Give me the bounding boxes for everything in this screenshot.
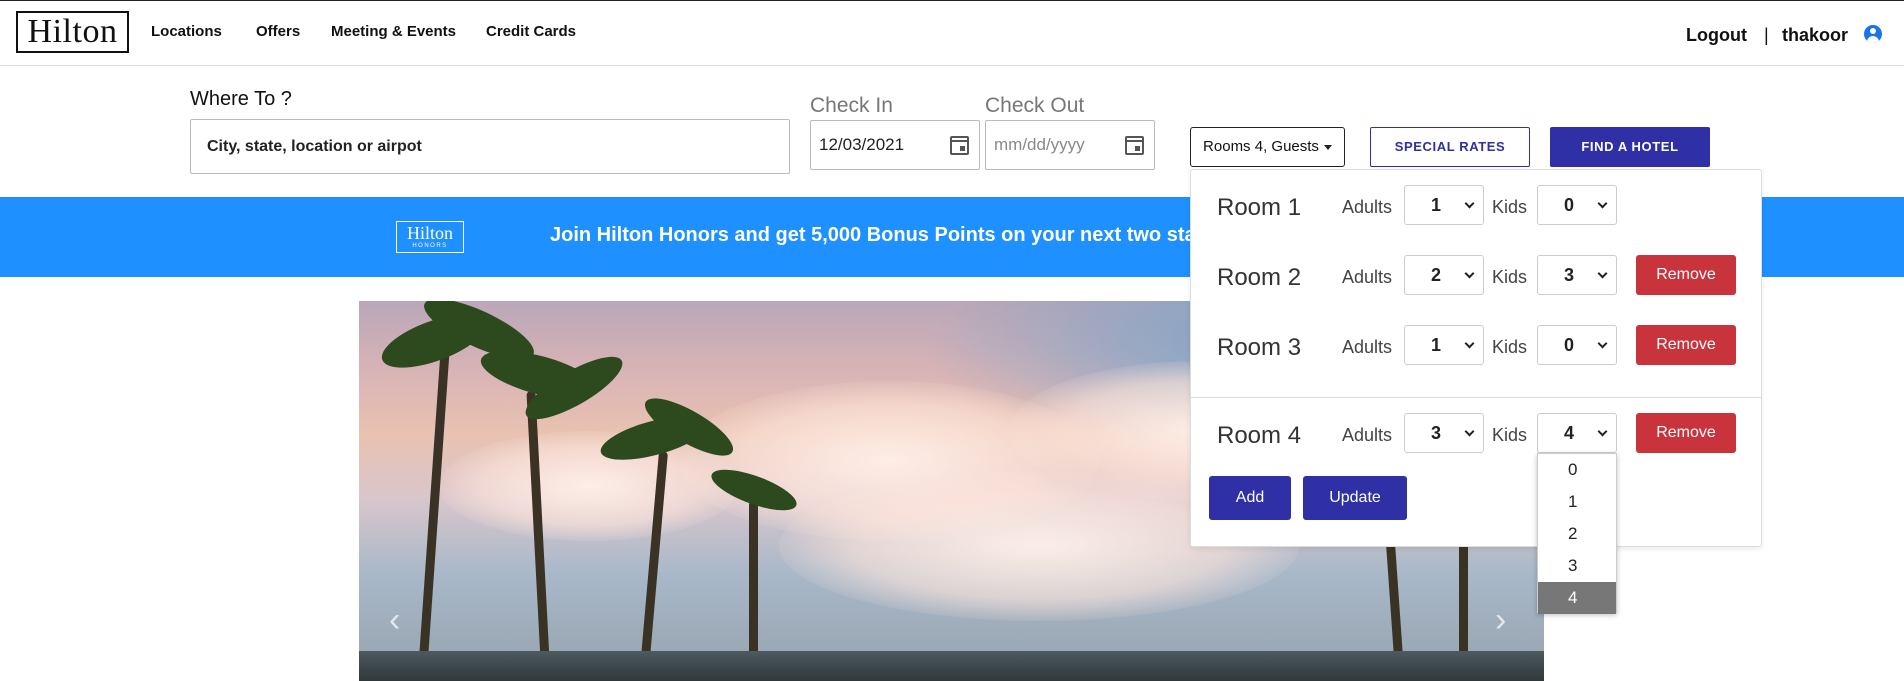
room-row: Room 3 Adults 1 Kids 0 Remove [1191, 310, 1761, 380]
adults-label: Adults [1342, 337, 1393, 357]
kids-select[interactable]: 0 [1537, 185, 1617, 225]
where-to-label: Where To ? [190, 88, 292, 110]
check-out-input[interactable]: mm/dd/yyyy [985, 120, 1155, 170]
carousel-next-icon[interactable]: › [1495, 601, 1506, 640]
kids-label: Kids [1492, 197, 1528, 217]
nav-link-locations[interactable]: Locations [151, 23, 222, 40]
carousel-prev-icon[interactable]: ‹ [389, 601, 400, 640]
caret-down-icon [1323, 144, 1332, 150]
kids-option[interactable]: 3 [1538, 550, 1616, 582]
room-row: Room 1 Adults 1 Kids 0 [1191, 170, 1761, 240]
kids-option[interactable]: 0 [1538, 454, 1616, 486]
nav-link-credit-cards[interactable]: Credit Cards [486, 23, 576, 40]
rooms-guests-label: Rooms 4, Guests [1203, 138, 1319, 155]
calendar-icon[interactable] [950, 136, 969, 155]
kids-option[interactable]: 1 [1538, 486, 1616, 518]
hilton-honors-logo: Hilton HONORS [396, 221, 464, 253]
adults-select[interactable]: 2 [1404, 255, 1484, 295]
adults-label: Adults [1342, 425, 1393, 445]
destination-input[interactable]: City, state, location or airpot [190, 119, 790, 174]
rooms-guests-button[interactable]: Rooms 4, Guests [1190, 127, 1345, 167]
adults-select[interactable]: 1 [1404, 185, 1484, 225]
room-title: Room 4 [1217, 422, 1302, 449]
add-room-button[interactable]: Add [1209, 476, 1291, 520]
update-rooms-button[interactable]: Update [1303, 476, 1407, 520]
logout-link[interactable]: Logout [1686, 25, 1747, 46]
user-circle-icon[interactable] [1864, 25, 1882, 43]
nav-link-offers[interactable]: Offers [256, 23, 300, 40]
check-out-placeholder: mm/dd/yyyy [994, 135, 1085, 154]
room-title: Room 2 [1217, 264, 1302, 291]
check-in-input[interactable]: 12/03/2021 [810, 120, 980, 170]
adults-label: Adults [1342, 197, 1393, 217]
kids-select[interactable]: 3 [1537, 255, 1617, 295]
kids-option-selected[interactable]: 4 [1538, 582, 1616, 614]
remove-room-button[interactable]: Remove [1636, 413, 1736, 453]
kids-options-list: 0 1 2 3 4 [1537, 453, 1617, 614]
check-in-label: Check In [810, 94, 893, 117]
special-rates-button[interactable]: SPECIAL RATES [1370, 127, 1530, 167]
kids-label: Kids [1492, 337, 1528, 357]
check-out-label: Check Out [985, 94, 1085, 117]
room-row: Room 2 Adults 2 Kids 3 Remove [1191, 240, 1761, 310]
username[interactable]: thakoor [1782, 25, 1848, 46]
room-title: Room 3 [1217, 334, 1302, 361]
adults-select[interactable]: 1 [1404, 325, 1484, 365]
find-hotel-button[interactable]: FIND A HOTEL [1550, 127, 1710, 167]
kids-option[interactable]: 2 [1538, 518, 1616, 550]
kids-label: Kids [1492, 267, 1528, 287]
remove-room-button[interactable]: Remove [1636, 255, 1736, 295]
kids-select[interactable]: 4 [1537, 413, 1617, 453]
kids-select[interactable]: 0 [1537, 325, 1617, 365]
hilton-logo[interactable]: Hilton [16, 11, 129, 53]
nav-link-meeting-events[interactable]: Meeting & Events [331, 23, 456, 40]
remove-room-button[interactable]: Remove [1636, 325, 1736, 365]
room-title: Room 1 [1217, 194, 1302, 221]
top-navigation: Hilton Locations Offers Meeting & Events… [0, 0, 1904, 66]
kids-label: Kids [1492, 425, 1528, 445]
banner-text: Join Hilton Honors and get 5,000 Bonus P… [550, 224, 1224, 246]
nav-separator: | [1764, 25, 1769, 45]
room-row: Room 4 Adults 3 Kids 4 Remove [1191, 397, 1761, 467]
check-in-value: 12/03/2021 [819, 135, 905, 154]
adults-select[interactable]: 3 [1404, 413, 1484, 453]
calendar-icon[interactable] [1125, 136, 1144, 155]
adults-label: Adults [1342, 267, 1393, 287]
